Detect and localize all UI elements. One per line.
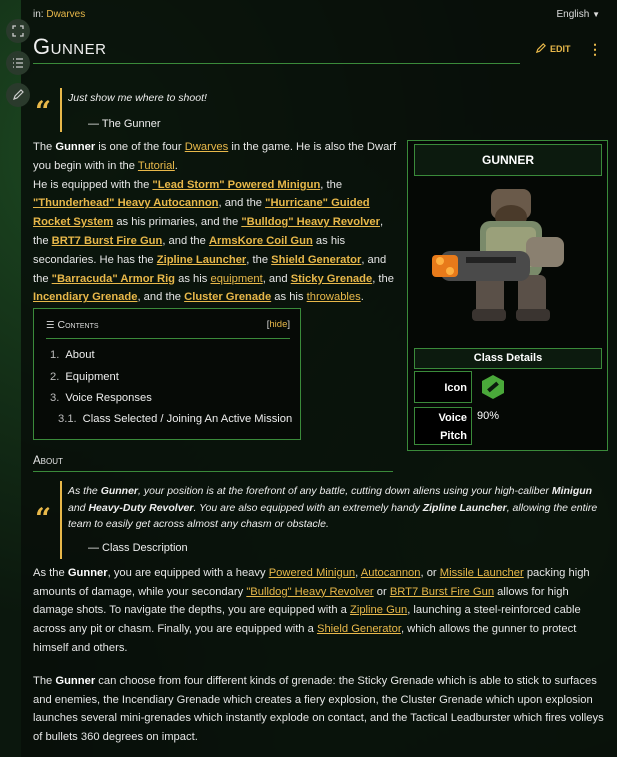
page-tools: [6, 19, 30, 107]
link-shield[interactable]: Shield Generator: [271, 254, 361, 266]
link-powered-minigun[interactable]: Powered Minigun: [269, 567, 355, 579]
infobox: GUNNER Class Details Icon Voice Pitch 90…: [407, 140, 608, 451]
gunner-image: [426, 177, 596, 347]
bold-gunner: Gunner: [55, 141, 96, 153]
link-throwables[interactable]: throwables: [307, 291, 361, 303]
pencil-icon: [13, 89, 24, 100]
link-cluster[interactable]: Cluster Grenade: [184, 291, 271, 303]
topbar: in: Dwarves English ▼: [33, 9, 600, 23]
link-dwarves[interactable]: Dwarves: [185, 141, 229, 153]
edit-label: EDIT: [550, 43, 571, 54]
toc-title: Contents: [57, 319, 99, 331]
page-title: Gunner: [33, 34, 107, 59]
edit-tool-button[interactable]: [6, 83, 30, 107]
title-row: Gunner: [33, 33, 520, 64]
list-icon: ☰: [46, 320, 55, 331]
link-incendiary[interactable]: Incendiary Grenade: [33, 291, 137, 303]
table-of-contents: ☰ Contents [hide] 1. About 2. Equipment 3. V…: [33, 308, 301, 440]
more-options-button[interactable]: ⋮: [588, 41, 602, 58]
link-burst[interactable]: BRT7 Burst Fire Gun: [52, 235, 163, 247]
quote-citation: — The Gunner: [88, 118, 161, 130]
toc-item-about[interactable]: 1. About: [50, 349, 95, 361]
infobox-label-voice-pitch: Voice Pitch: [414, 407, 472, 445]
about-paragraph-1: As the Gunner, you are equipped with a h…: [33, 567, 590, 654]
infobox-section-class-details: Class Details: [414, 348, 602, 369]
toc-header: ☰ Contents [hide]: [46, 319, 290, 339]
quote-icon: “: [35, 95, 52, 128]
link-zipline-gun[interactable]: Zipline Gun: [350, 604, 407, 616]
edit-button[interactable]: EDIT: [535, 43, 571, 54]
link-revolver-2[interactable]: "Bulldog" Heavy Revolver: [246, 586, 373, 598]
link-autocannon-2[interactable]: Autocannon: [361, 567, 421, 579]
link-autocannon[interactable]: "Thunderhead" Heavy Autocannon: [33, 197, 218, 209]
intro-paragraph: The Gunner is one of the four Dwarves in…: [33, 141, 397, 304]
quote-bar: [60, 88, 62, 132]
infobox-label-icon: Icon: [414, 371, 472, 403]
gunner-figure: [432, 189, 564, 321]
link-armor[interactable]: "Barracuda" Armor Rig: [52, 273, 175, 285]
link-equipment[interactable]: equipment: [210, 273, 262, 285]
pencil-icon: [535, 43, 546, 54]
toc-hide-link[interactable]: hide: [269, 319, 287, 330]
link-revolver[interactable]: "Bulldog" Heavy Revolver: [241, 216, 380, 228]
class-description-citation: — Class Description: [88, 542, 188, 554]
infobox-title: GUNNER: [414, 144, 602, 176]
voice-pitch-value: 90%: [477, 410, 500, 422]
category-link[interactable]: Dwarves: [46, 9, 85, 20]
kebab-icon: ⋮: [588, 41, 602, 57]
category-breadcrumb: in: Dwarves: [33, 9, 85, 20]
about-paragraph-2: The Gunner can choose from four differen…: [33, 675, 604, 744]
link-zipline[interactable]: Zipline Launcher: [157, 254, 247, 266]
toc-button[interactable]: [6, 51, 30, 75]
quote-text: Just show me where to shoot!: [68, 92, 207, 104]
caret-down-icon: ▼: [592, 10, 600, 19]
class-icon: [480, 374, 506, 400]
quote-block: “ Just show me where to shoot! — The Gun…: [33, 88, 403, 132]
toc-item-class-selected[interactable]: 3.1. Class Selected / Joining An Active M…: [58, 413, 292, 425]
link-tutorial[interactable]: Tutorial: [138, 160, 175, 172]
link-burst-2[interactable]: BRT7 Burst Fire Gun: [390, 586, 494, 598]
language-selector[interactable]: English ▼: [556, 9, 600, 20]
fullscreen-button[interactable]: [6, 19, 30, 43]
class-description-quote: “ As the Gunner, your position is at the…: [33, 481, 605, 559]
quote-icon: “: [35, 502, 52, 535]
toc-hide-toggle[interactable]: [hide]: [267, 319, 290, 330]
link-missile-launcher[interactable]: Missile Launcher: [440, 567, 524, 579]
in-label: in:: [33, 9, 44, 20]
link-coil[interactable]: ArmsKore Coil Gun: [209, 235, 313, 247]
link-shield-2[interactable]: Shield Generator: [317, 623, 401, 635]
toc-item-equipment[interactable]: 2. Equipment: [50, 371, 119, 383]
list-icon: [13, 58, 23, 68]
toc-item-voice-responses[interactable]: 3. Voice Responses: [50, 392, 152, 404]
link-sticky[interactable]: Sticky Grenade: [291, 273, 372, 285]
about-heading: About: [33, 455, 393, 472]
class-description-text: As the Gunner, your position is at the f…: [68, 485, 598, 530]
language-label: English: [556, 9, 590, 20]
link-minigun[interactable]: "Lead Storm" Powered Minigun: [152, 179, 320, 191]
quote-bar: [60, 481, 62, 559]
expand-icon: [12, 25, 24, 37]
